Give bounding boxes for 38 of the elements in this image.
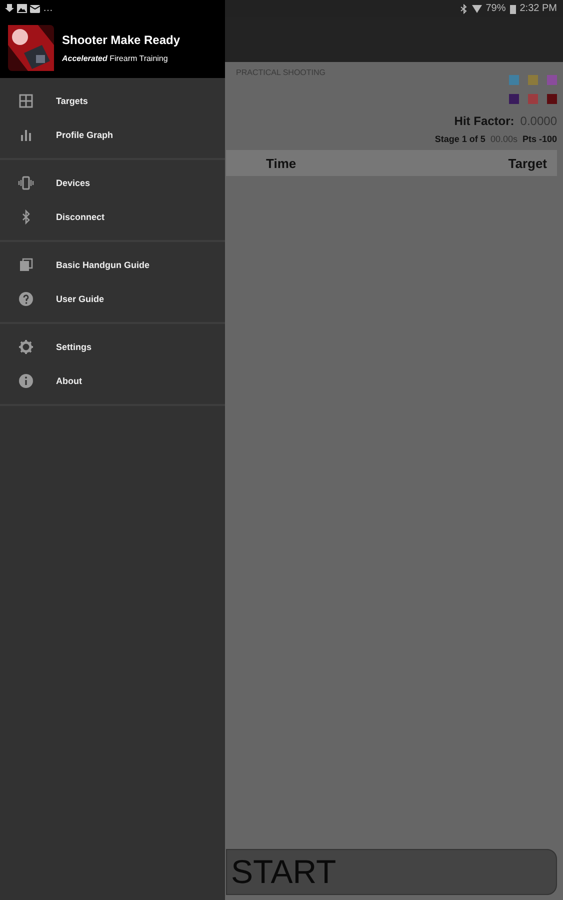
menu-item[interactable]: About [0, 364, 225, 398]
app-title: Shooter Make Ready [62, 32, 180, 46]
color-swatch[interactable] [547, 94, 557, 104]
more-notifications: … [43, 3, 53, 14]
image-icon [17, 4, 27, 13]
clock: 2:32 PM [520, 3, 557, 14]
app-subtitle: Accelerated Firearm Training [62, 54, 169, 62]
color-swatch[interactable] [528, 75, 538, 85]
wifi-icon [472, 4, 482, 13]
color-swatch[interactable] [509, 75, 519, 85]
menu-item[interactable]: Targets [0, 84, 225, 118]
info-icon [18, 373, 34, 389]
color-swatch[interactable] [547, 75, 557, 85]
bluetooth-icon [460, 4, 468, 14]
hit-factor-label: Hit Factor: [454, 114, 514, 128]
menu-item[interactable]: Basic Handgun Guide [0, 248, 225, 282]
download-icon [5, 4, 14, 13]
book-stack-icon [18, 257, 34, 273]
help-icon [18, 291, 34, 307]
points-label: Pts -100 [522, 134, 557, 144]
settings-icon [18, 339, 34, 355]
battery-icon [510, 4, 516, 14]
color-swatch[interactable] [528, 94, 538, 104]
battery-percentage: 79% [486, 3, 506, 14]
color-swatch[interactable] [509, 94, 519, 104]
stage-label: Stage 1 of 5 [434, 134, 486, 144]
menu-item[interactable]: Profile Graph [0, 118, 225, 152]
bar-chart-icon [18, 127, 34, 143]
column-header: Time [266, 156, 296, 170]
mail-icon [30, 4, 40, 13]
vibrating-phone-icon [18, 175, 34, 191]
menu-item[interactable]: Settings [0, 330, 225, 364]
menu-item[interactable]: Devices [0, 166, 225, 200]
grid-icon [18, 93, 34, 109]
app-logo [8, 24, 54, 70]
menu-item[interactable]: User Guide [0, 282, 225, 316]
menu-item[interactable]: Disconnect [0, 200, 225, 234]
column-header: Target [508, 156, 547, 170]
